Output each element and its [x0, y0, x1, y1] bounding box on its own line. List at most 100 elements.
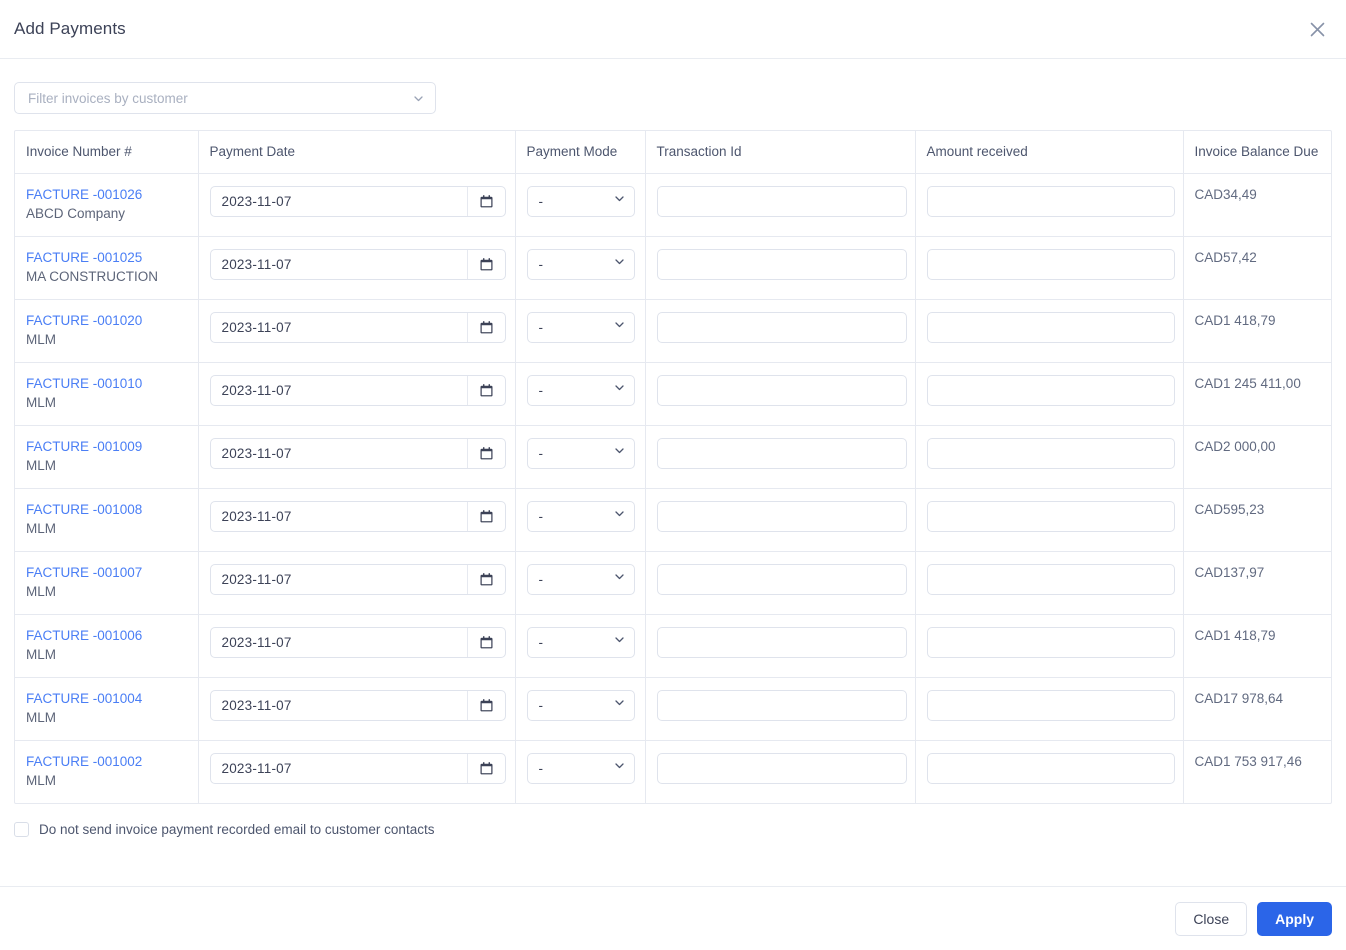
cell-transaction-id: [645, 488, 916, 552]
amount-received-input[interactable]: [926, 437, 1175, 469]
payment-mode-value: -: [538, 445, 544, 461]
amount-received-input[interactable]: [926, 689, 1175, 721]
invoice-customer-name: ABCD Company: [26, 205, 126, 221]
cell-transaction-id: [645, 425, 916, 489]
amount-received-input[interactable]: [926, 752, 1175, 784]
invoice-link[interactable]: FACTURE -001009: [26, 438, 198, 456]
no-email-label[interactable]: Do not send invoice payment recorded ema…: [39, 822, 434, 837]
cell-payment-mode: -: [515, 740, 646, 803]
amount-received-input[interactable]: [926, 374, 1175, 406]
cell-invoice-balance-due: CAD2 000,00: [1183, 425, 1331, 489]
cell-payment-date: 2023-11-07: [198, 173, 516, 237]
payment-mode-select[interactable]: -: [526, 374, 635, 406]
cell-transaction-id: [645, 362, 916, 426]
invoice-link[interactable]: FACTURE -001007: [26, 564, 198, 582]
transaction-id-input[interactable]: [656, 248, 907, 280]
calendar-icon[interactable]: [466, 627, 505, 657]
payment-date-field[interactable]: 2023-11-07: [209, 689, 506, 721]
payment-date-field[interactable]: 2023-11-07: [209, 248, 506, 280]
payment-date-field[interactable]: 2023-11-07: [209, 374, 506, 406]
cell-payment-mode: -: [515, 425, 646, 489]
transaction-id-input[interactable]: [656, 311, 907, 343]
payment-date-field[interactable]: 2023-11-07: [209, 563, 506, 595]
cell-amount-received: [915, 299, 1184, 363]
invoice-balance-due-value: CAD17 978,64: [1194, 690, 1284, 706]
calendar-icon[interactable]: [466, 438, 505, 468]
invoice-link[interactable]: FACTURE -001002: [26, 753, 198, 771]
cell-payment-date: 2023-11-07: [198, 740, 516, 803]
no-email-checkbox[interactable]: [14, 822, 29, 837]
payment-date-field[interactable]: 2023-11-07: [209, 437, 506, 469]
payment-mode-select[interactable]: -: [526, 752, 635, 784]
payment-mode-select[interactable]: -: [526, 500, 635, 532]
cell-payment-date: 2023-11-07: [198, 362, 516, 426]
cell-transaction-id: [645, 299, 916, 363]
calendar-icon[interactable]: [466, 690, 505, 720]
payment-date-value: 2023-11-07: [221, 634, 292, 650]
payment-date-value: 2023-11-07: [221, 508, 292, 524]
table-header: Invoice Number # Payment Date Payment Mo…: [15, 131, 1331, 174]
calendar-icon[interactable]: [466, 186, 505, 216]
invoice-customer-name: MLM: [26, 394, 56, 410]
cell-transaction-id: [645, 677, 916, 741]
payment-date-field[interactable]: 2023-11-07: [209, 752, 506, 784]
payment-mode-select[interactable]: -: [526, 689, 635, 721]
close-icon-button[interactable]: [1302, 14, 1332, 44]
payment-mode-select[interactable]: -: [526, 563, 635, 595]
cell-invoice-balance-due: CAD1 245 411,00: [1183, 362, 1331, 426]
invoice-link[interactable]: FACTURE -001008: [26, 501, 198, 519]
chevron-down-icon: [613, 633, 626, 651]
close-button[interactable]: Close: [1175, 901, 1248, 936]
payment-date-field[interactable]: 2023-11-07: [209, 311, 506, 343]
payment-mode-select[interactable]: -: [526, 311, 635, 343]
payment-date-field[interactable]: 2023-11-07: [209, 500, 506, 532]
cell-payment-date: 2023-11-07: [198, 677, 516, 741]
chevron-down-icon: [613, 759, 626, 777]
transaction-id-input[interactable]: [656, 626, 907, 658]
transaction-id-input[interactable]: [656, 689, 907, 721]
amount-received-input[interactable]: [926, 500, 1175, 532]
calendar-icon[interactable]: [466, 375, 505, 405]
amount-received-input[interactable]: [926, 185, 1175, 217]
amount-received-input[interactable]: [926, 563, 1175, 595]
payment-mode-select[interactable]: -: [526, 248, 635, 280]
payment-mode-value: -: [538, 382, 544, 398]
invoice-link[interactable]: FACTURE -001010: [26, 375, 198, 393]
payment-date-value: 2023-11-07: [221, 193, 292, 209]
customer-filter-placeholder: Filter invoices by customer: [28, 90, 188, 106]
calendar-icon[interactable]: [466, 312, 505, 342]
payment-mode-select[interactable]: -: [526, 185, 635, 217]
payment-date-field[interactable]: 2023-11-07: [209, 185, 506, 217]
calendar-icon[interactable]: [466, 753, 505, 783]
invoice-link[interactable]: FACTURE -001020: [26, 312, 198, 330]
table-row: FACTURE -001006 MLM 2023-11-07 - CAD1 418,79: [15, 614, 1331, 678]
table-row: FACTURE -001002 MLM 2023-11-07 - CAD1 753 91…: [15, 740, 1331, 803]
transaction-id-input[interactable]: [656, 752, 907, 784]
transaction-id-input[interactable]: [656, 374, 907, 406]
calendar-icon[interactable]: [466, 501, 505, 531]
transaction-id-input[interactable]: [656, 185, 907, 217]
invoice-link[interactable]: FACTURE -001025: [26, 249, 198, 267]
payment-date-field[interactable]: 2023-11-07: [209, 626, 506, 658]
cell-transaction-id: [645, 614, 916, 678]
transaction-id-input[interactable]: [656, 500, 907, 532]
invoice-link[interactable]: FACTURE -001026: [26, 186, 198, 204]
dialog-footer: Close Apply: [0, 886, 1346, 950]
amount-received-input[interactable]: [926, 311, 1175, 343]
invoice-link[interactable]: FACTURE -001006: [26, 627, 198, 645]
transaction-id-input[interactable]: [656, 563, 907, 595]
amount-received-input[interactable]: [926, 626, 1175, 658]
payment-mode-select[interactable]: -: [526, 437, 635, 469]
column-header-transaction-id: Transaction Id: [645, 131, 916, 174]
invoice-balance-due-value: CAD1 245 411,00: [1194, 375, 1301, 391]
calendar-icon[interactable]: [466, 564, 505, 594]
cell-invoice-number: FACTURE -001025 MA CONSTRUCTION: [15, 236, 199, 300]
customer-filter-select[interactable]: Filter invoices by customer: [14, 82, 436, 114]
amount-received-input[interactable]: [926, 248, 1175, 280]
invoice-link[interactable]: FACTURE -001004: [26, 690, 198, 708]
transaction-id-input[interactable]: [656, 437, 907, 469]
apply-button[interactable]: Apply: [1257, 901, 1332, 936]
payment-mode-select[interactable]: -: [526, 626, 635, 658]
payments-table: Invoice Number # Payment Date Payment Mo…: [15, 131, 1331, 803]
calendar-icon[interactable]: [466, 249, 505, 279]
